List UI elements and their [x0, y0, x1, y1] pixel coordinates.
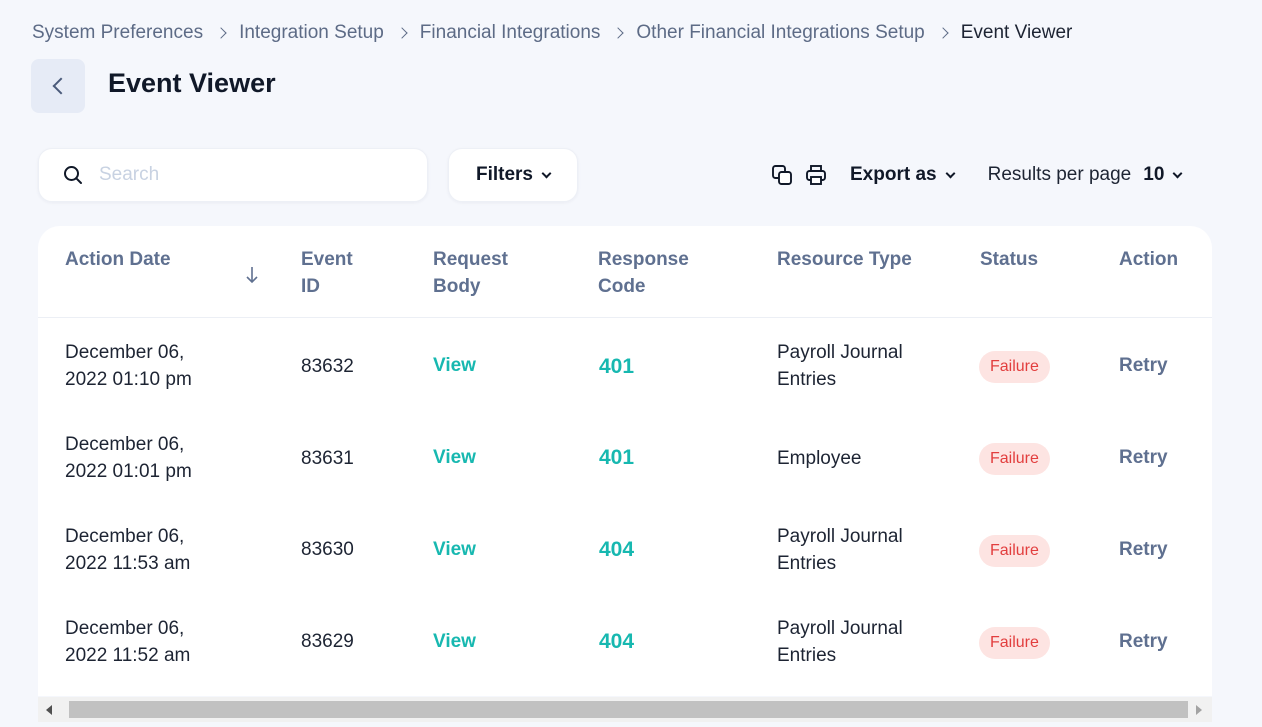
column-header-status: Status	[980, 249, 1039, 270]
page-title: Event Viewer	[108, 68, 276, 98]
export-as-label: Export as	[850, 164, 937, 185]
table-toolbar: Export as Results per page 10	[770, 160, 1183, 190]
breadcrumb-item-integration-setup[interactable]: Integration Setup	[239, 22, 384, 44]
search-icon	[64, 166, 82, 184]
status-badge: Failure	[979, 627, 1050, 659]
column-header-action-date[interactable]: Action Date	[65, 246, 171, 273]
breadcrumb-item-financial-integrations[interactable]: Financial Integrations	[420, 22, 601, 44]
printer-icon	[806, 165, 826, 185]
results-per-page-label: Results per page	[987, 164, 1132, 185]
status-badge: Failure	[979, 351, 1050, 383]
retry-button[interactable]: Retry	[1119, 352, 1168, 379]
column-header-event-id: Event ID	[301, 249, 353, 297]
event-id-cell: 83630	[301, 539, 354, 560]
chevron-down-icon	[1172, 168, 1183, 178]
scrollbar-thumb[interactable]	[69, 701, 1188, 718]
resource-type-cell: Payroll Journal Entries	[777, 618, 903, 666]
table-row: December 06, 2022 01:01 pm 83631 View 401…	[38, 418, 1212, 510]
view-request-link[interactable]: View	[433, 444, 476, 471]
chevron-down-icon	[541, 168, 552, 178]
scroll-left-arrow-icon[interactable]	[46, 705, 52, 715]
breadcrumb-item-other-financial-integrations-setup[interactable]: Other Financial Integrations Setup	[636, 22, 924, 44]
chevron-down-icon	[945, 168, 956, 178]
chevron-right-icon	[612, 27, 625, 39]
response-code-link[interactable]: 404	[599, 628, 634, 655]
scroll-right-arrow-icon[interactable]	[1196, 705, 1202, 715]
resource-type-cell: Employee	[777, 448, 862, 469]
search-input[interactable]	[99, 164, 379, 186]
results-per-page-value: 10	[1143, 164, 1165, 185]
event-id-cell: 83631	[301, 448, 354, 469]
table-row: December 06, 2022 11:52 am 83629 View 404…	[38, 602, 1212, 694]
event-id-cell: 83632	[301, 356, 354, 377]
view-request-link[interactable]: View	[433, 536, 476, 563]
resource-type-cell: Payroll Journal Entries	[777, 526, 903, 574]
action-date-cell: December 06, 2022 01:10 pm	[65, 342, 192, 390]
copy-button[interactable]	[770, 163, 794, 187]
event-id-cell: 83629	[301, 631, 354, 652]
retry-button[interactable]: Retry	[1119, 628, 1168, 655]
chevron-right-icon	[396, 27, 408, 39]
chevron-right-icon	[215, 27, 227, 39]
breadcrumb-item-system-preferences[interactable]: System Preferences	[32, 22, 203, 44]
back-button[interactable]	[31, 59, 85, 113]
view-request-link[interactable]: View	[433, 352, 476, 379]
export-as-dropdown[interactable]: Export as	[850, 164, 956, 186]
arrow-down-icon[interactable]	[244, 266, 260, 284]
breadcrumb: System Preferences Integration Setup Fin…	[32, 22, 1072, 44]
print-button[interactable]	[804, 163, 828, 187]
column-header-response-code: Response Code	[598, 249, 689, 297]
table-row: December 06, 2022 01:10 pm 83632 View 401…	[38, 326, 1212, 418]
column-header-request-body: Request Body	[433, 249, 508, 297]
resource-type-cell: Payroll Journal Entries	[777, 342, 903, 390]
action-date-cell: December 06, 2022 11:53 am	[65, 526, 191, 574]
table-header: Action Date Event ID Request Body Response…	[38, 226, 1212, 318]
chevron-right-icon	[937, 27, 949, 39]
action-date-cell: December 06, 2022 11:52 am	[65, 618, 191, 666]
copy-icon	[772, 165, 792, 185]
breadcrumb-item-event-viewer: Event Viewer	[960, 22, 1073, 43]
retry-button[interactable]: Retry	[1119, 444, 1168, 471]
horizontal-scrollbar[interactable]	[38, 697, 1212, 722]
action-date-cell: December 06, 2022 01:01 pm	[65, 434, 192, 482]
status-badge: Failure	[979, 443, 1050, 475]
column-header-action: Action	[1119, 249, 1179, 270]
filters-button[interactable]: Filters	[448, 148, 578, 202]
response-code-link[interactable]: 401	[599, 444, 634, 471]
response-code-link[interactable]: 404	[599, 536, 634, 563]
event-table: Action Date Event ID Request Body Response…	[38, 226, 1212, 696]
response-code-link[interactable]: 401	[599, 353, 634, 380]
view-request-link[interactable]: View	[433, 628, 476, 655]
results-per-page-select[interactable]: 10	[1143, 164, 1183, 186]
column-header-resource-type: Resource Type	[777, 249, 912, 270]
status-badge: Failure	[979, 535, 1050, 567]
table-row: December 06, 2022 11:53 am 83630 View 404…	[38, 510, 1212, 602]
chevron-left-icon	[52, 77, 69, 95]
search-box	[38, 148, 428, 202]
retry-button[interactable]: Retry	[1119, 536, 1168, 563]
filters-label: Filters	[475, 164, 534, 185]
